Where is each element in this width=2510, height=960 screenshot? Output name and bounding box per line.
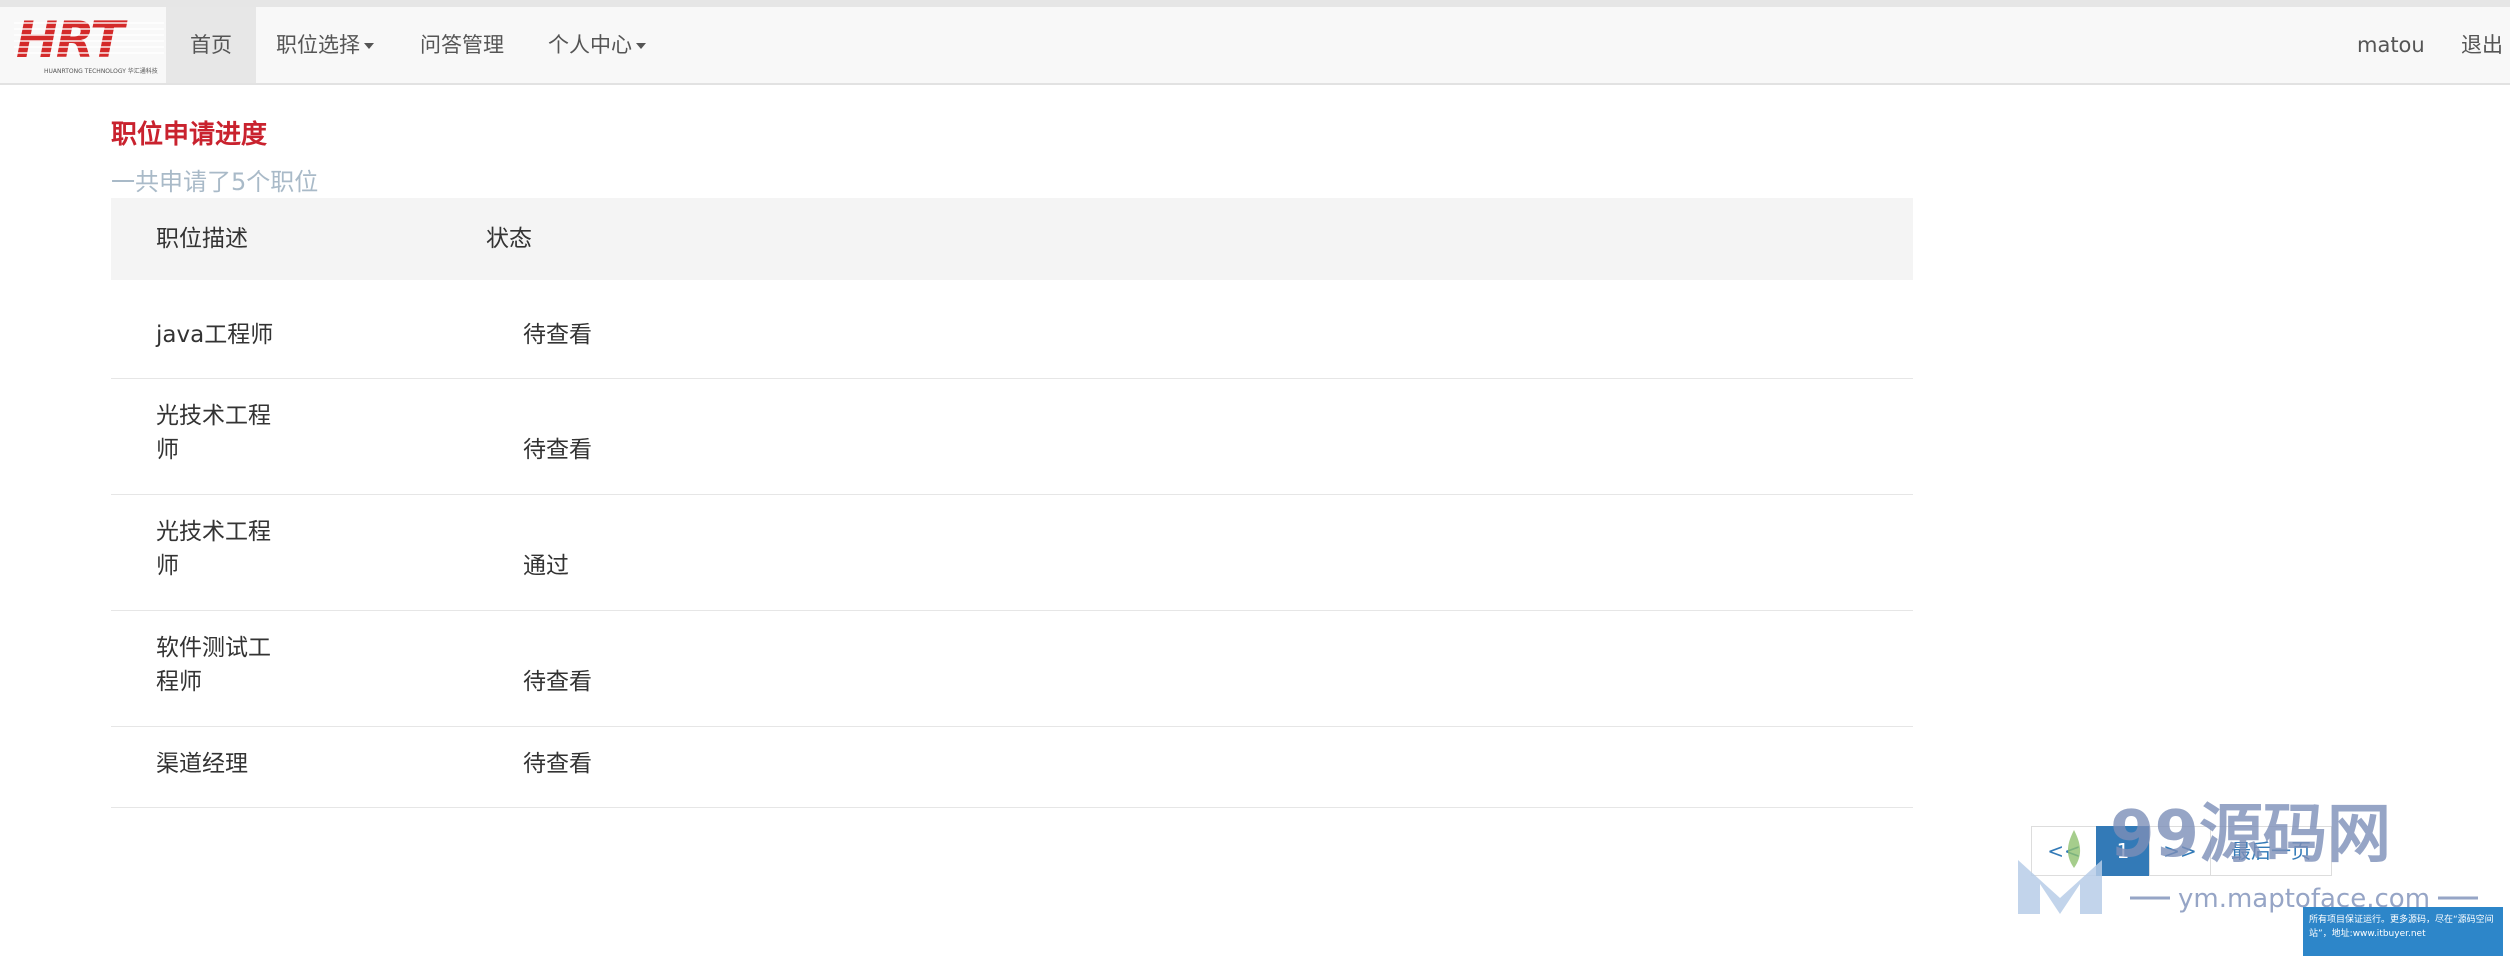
status-cell: 待查看 <box>523 437 592 463</box>
nav-home-label: 首页 <box>190 33 232 57</box>
status-cell: 待查看 <box>523 669 592 695</box>
watermark-note: 所有项目保证运行。更多源码，尽在“源码空间站”，地址:www.itbuyer.n… <box>2303 907 2503 956</box>
pagination: << 1 >> 最后一页 <box>2031 826 2332 876</box>
position-cell: 光技术工程师 <box>156 403 271 463</box>
table-row: 软件测试工程师 待查看 <box>111 611 1913 727</box>
company-logo[interactable]: HRT HUANRTONG TECHNOLOGY 华汇通科技 <box>14 11 164 81</box>
pagination-prev-button[interactable]: << <box>2031 826 2097 876</box>
status-cell: 通过 <box>523 553 569 579</box>
svg-text:HRT: HRT <box>16 11 128 69</box>
nav-qa[interactable]: 问答管理 <box>420 7 504 83</box>
nav-home[interactable]: 首页 <box>166 7 256 83</box>
position-cell: java工程师 <box>156 322 274 348</box>
table-header: 职位描述 状态 <box>111 198 1913 280</box>
top-border <box>0 0 2510 7</box>
nav-qa-label: 问答管理 <box>420 33 504 57</box>
chevron-down-icon <box>636 43 646 49</box>
nav-personal-label: 个人中心 <box>548 33 632 57</box>
position-cell: 软件测试工程师 <box>156 635 271 695</box>
pagination-last-button[interactable]: 最后一页 <box>2210 826 2332 876</box>
nav-username-label: matou <box>2357 33 2425 57</box>
chevron-down-icon <box>364 43 374 49</box>
column-header-position: 职位描述 <box>156 226 248 252</box>
position-cell: 渠道经理 <box>156 751 248 777</box>
table-row: 渠道经理 待查看 <box>111 727 1913 808</box>
top-navbar: HRT HUANRTONG TECHNOLOGY 华汇通科技 首页 职位选择 问… <box>0 7 2510 85</box>
pagination-page-1[interactable]: 1 <box>2096 826 2150 876</box>
status-cell: 待查看 <box>523 322 592 348</box>
applied-count-text: 一共申请了5个职位 <box>111 168 319 196</box>
column-header-status: 状态 <box>486 226 532 252</box>
page-title: 职位申请进度 <box>111 120 268 150</box>
position-cell: 光技术工程师 <box>156 519 271 579</box>
table-row: java工程师 待查看 <box>111 298 1913 379</box>
nav-jobs-dropdown[interactable]: 职位选择 <box>276 7 374 83</box>
nav-logout[interactable]: 退出 <box>2461 7 2503 83</box>
nav-username[interactable]: matou <box>2357 7 2425 83</box>
nav-personal-dropdown[interactable]: 个人中心 <box>548 7 646 83</box>
nav-jobs-label: 职位选择 <box>276 33 360 57</box>
table-row: 光技术工程师 待查看 <box>111 379 1913 495</box>
svg-text:HUANRTONG TECHNOLOGY 华汇通科技: HUANRTONG TECHNOLOGY 华汇通科技 <box>44 67 158 75</box>
status-cell: 待查看 <box>523 751 592 777</box>
table-row: 光技术工程师 通过 <box>111 495 1913 611</box>
nav-logout-label: 退出 <box>2461 33 2503 57</box>
pagination-next-button[interactable]: >> <box>2149 826 2211 876</box>
application-table: 职位描述 状态 java工程师 待查看 光技术工程师 待查看 光技术工程师 通过… <box>111 198 1913 808</box>
